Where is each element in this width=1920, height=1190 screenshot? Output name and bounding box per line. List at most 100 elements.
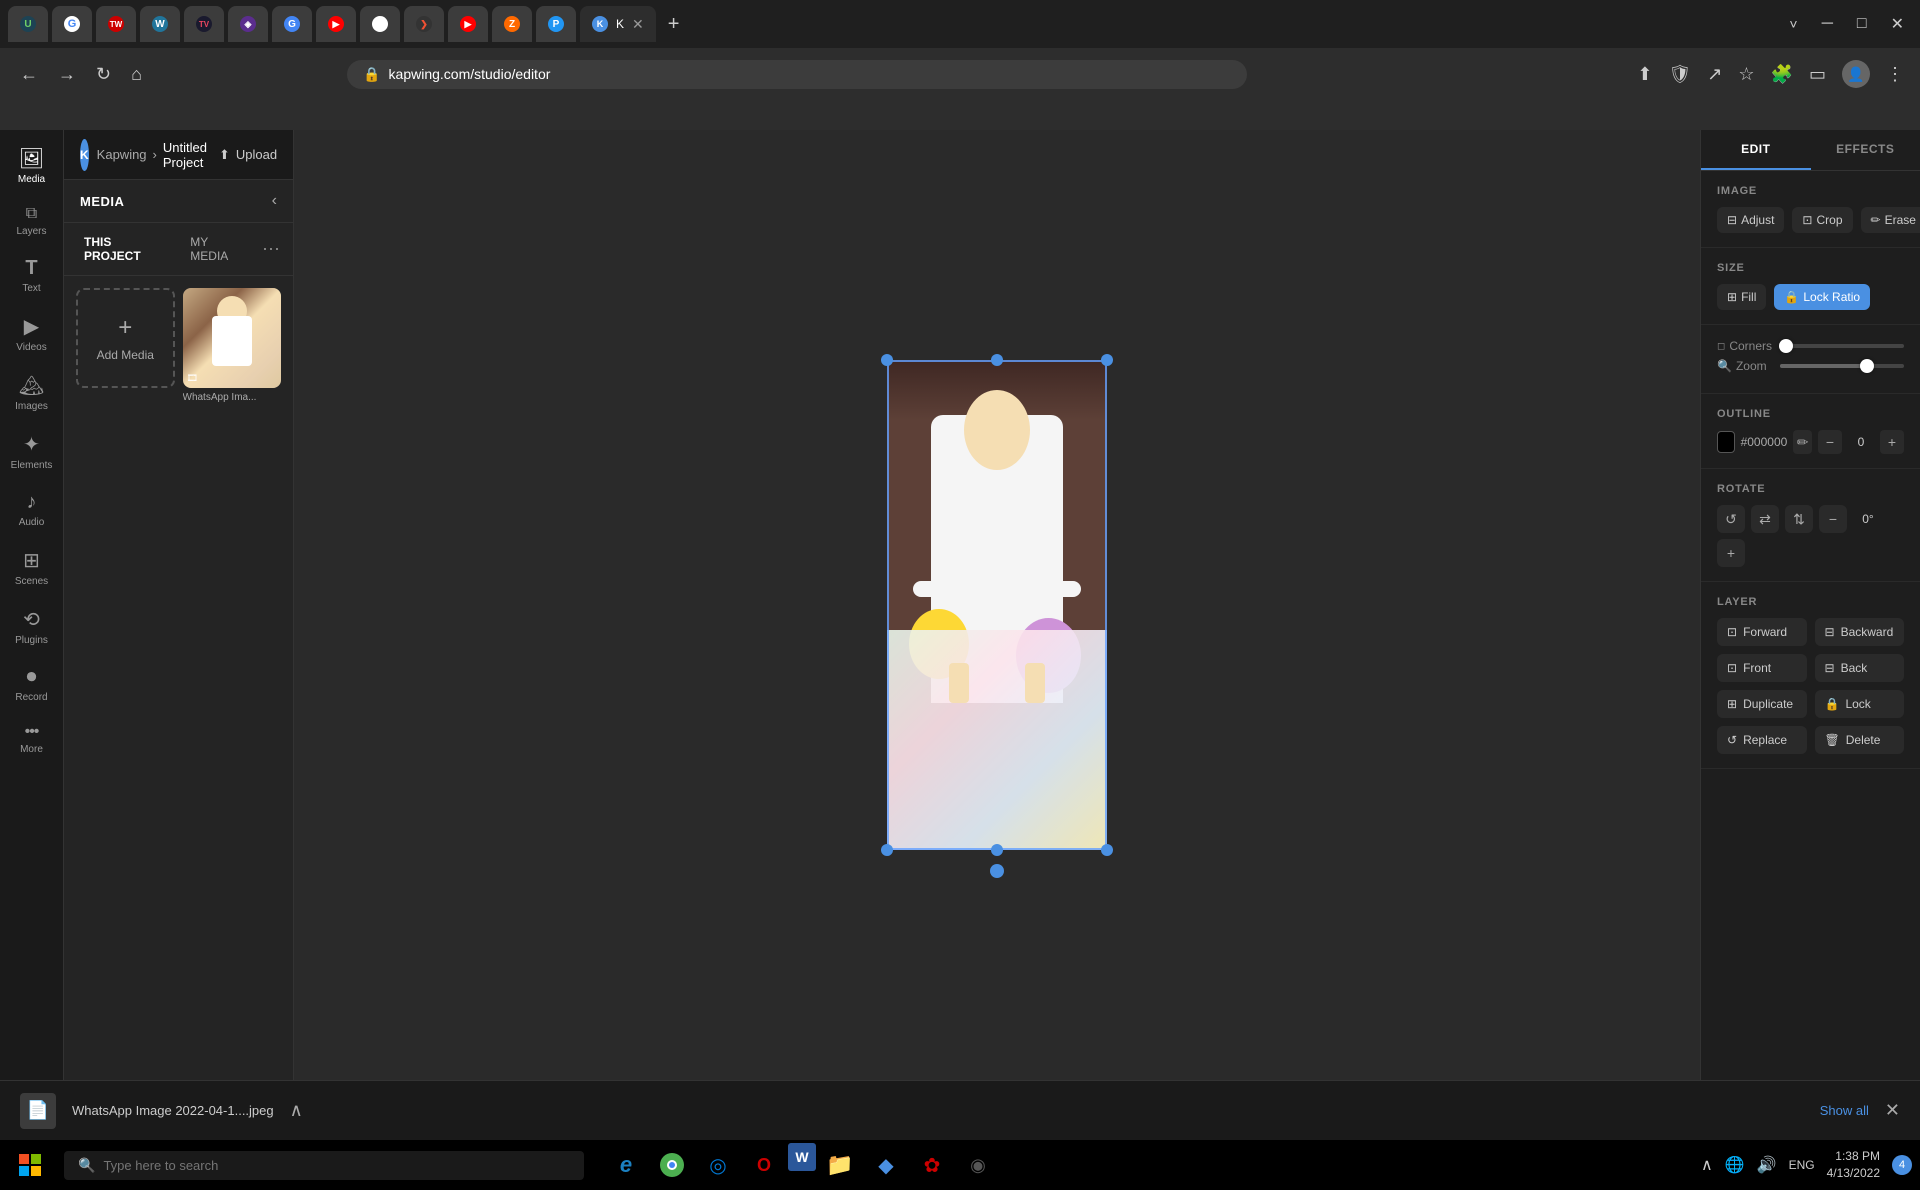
collapse-panel-button[interactable]: ‹ [272, 192, 277, 210]
home-button[interactable]: ⌂ [127, 60, 146, 89]
tab-yt2[interactable]: ▶ [448, 6, 488, 42]
rotate-decrease-button[interactable]: − [1819, 505, 1847, 533]
rotate-ccw-button[interactable]: ↺ [1717, 505, 1745, 533]
outline-decrease-button[interactable]: − [1818, 430, 1842, 454]
sidebar-item-layers[interactable]: ⧉ Layers [4, 197, 60, 245]
taskbar-app-word[interactable]: W [788, 1143, 816, 1171]
crop-button[interactable]: ⊡ Crop [1792, 207, 1852, 233]
outline-increase-button[interactable]: + [1880, 430, 1904, 454]
adjust-button[interactable]: ⊟ Adjust [1717, 207, 1784, 233]
tab-google1[interactable]: G [52, 6, 92, 42]
handle-bottom-left[interactable] [881, 844, 893, 856]
close-button[interactable]: ✕ [1883, 10, 1912, 38]
tab-tw[interactable]: TW [96, 6, 136, 42]
taskbar-time[interactable]: 1:38 PM 4/13/2022 [1827, 1148, 1880, 1182]
download-icon[interactable]: ⬆ [1637, 64, 1652, 85]
taskbar-app-chrome[interactable] [650, 1143, 694, 1187]
handle-bottom-right[interactable] [1101, 844, 1113, 856]
tab-p[interactable]: P [536, 6, 576, 42]
lock-button[interactable]: 🔒 Lock [1815, 690, 1905, 718]
upload-button[interactable]: ⬆ Upload [207, 141, 289, 169]
menu-icon[interactable]: ⋮ [1886, 64, 1904, 85]
share-icon[interactable]: ↗ [1707, 64, 1722, 85]
handle-rotate[interactable] [990, 864, 1004, 878]
profile-avatar[interactable]: 👤 [1842, 60, 1870, 88]
reload-button[interactable]: ↻ [92, 60, 115, 89]
delete-button[interactable]: 🗑 Delete [1815, 726, 1905, 754]
taskbar-app-explorer[interactable]: 📁 [818, 1143, 862, 1187]
close-bottom-button[interactable]: ✕ [1885, 1100, 1900, 1121]
backward-button[interactable]: ⊟ Backward [1815, 618, 1905, 646]
replace-button[interactable]: ↺ Replace [1717, 726, 1807, 754]
search-bar[interactable]: 🔍 [64, 1151, 584, 1180]
media-item-whatsapp[interactable]: 🎞 WhatsApp Ima... [183, 288, 282, 403]
address-bar[interactable]: 🔒 kapwing.com/studio/editor [347, 60, 1247, 89]
sidebar-item-text[interactable]: T Text [4, 249, 60, 302]
sidebar-item-more[interactable]: ••• More [4, 715, 60, 763]
media-more-button[interactable]: ⋯ [262, 231, 281, 267]
lock-ratio-button[interactable]: 🔒 Lock Ratio [1774, 284, 1870, 310]
tab-g2[interactable]: G [272, 6, 312, 42]
collapse-bottom-button[interactable]: ∧ [290, 1100, 303, 1121]
tab-kapwing[interactable]: K K ✕ [580, 6, 656, 42]
sidebar-item-elements[interactable]: ✦ Elements [4, 424, 60, 479]
tab-gc[interactable] [360, 6, 400, 42]
tab-wp[interactable]: W [140, 6, 180, 42]
show-all-button[interactable]: Show all [1820, 1103, 1869, 1118]
notification-badge[interactable]: 4 [1892, 1155, 1912, 1175]
flip-h-button[interactable]: ⇄ [1751, 505, 1779, 533]
handle-bottom-center[interactable] [991, 844, 1003, 856]
fill-button[interactable]: ⊞ Fill [1717, 284, 1766, 310]
tab-git[interactable]: ❯ [404, 6, 444, 42]
outline-color-swatch[interactable] [1717, 431, 1735, 453]
sidebar-item-audio[interactable]: ♪ Audio [4, 483, 60, 536]
battery-icon[interactable]: ENG [1789, 1158, 1815, 1172]
handle-top-left[interactable] [881, 354, 893, 366]
shield-icon[interactable]: 🛡 [1668, 64, 1691, 85]
tab-my-media[interactable]: MY MEDIA [182, 231, 254, 267]
forward-button[interactable]: → [54, 60, 80, 89]
taskbar-app-unknown3[interactable]: ◉ [956, 1143, 1000, 1187]
tab-close-kapwing[interactable]: ✕ [632, 16, 644, 33]
network-icon[interactable]: 🌐 [1725, 1155, 1745, 1175]
start-button[interactable] [8, 1143, 52, 1187]
media-thumbnail-whatsapp[interactable]: 🎞 [183, 288, 282, 388]
back-button[interactable]: ⊟ Back [1815, 654, 1905, 682]
sidebar-item-plugins[interactable]: ⟲ Plugins [4, 599, 60, 654]
taskbar-app-ie[interactable]: e [604, 1143, 648, 1187]
handle-top-center[interactable] [991, 354, 1003, 366]
tab-upwork[interactable]: U [8, 6, 48, 42]
duplicate-button[interactable]: ⊞ Duplicate [1717, 690, 1807, 718]
taskbar-app-edge[interactable]: ◎ [696, 1143, 740, 1187]
volume-icon[interactable]: 🔊 [1757, 1155, 1777, 1175]
zoom-slider-thumb[interactable] [1860, 359, 1874, 373]
zoom-slider[interactable] [1780, 364, 1904, 368]
tab-arc[interactable]: ◈ [228, 6, 268, 42]
add-media-button[interactable]: + Add Media [76, 288, 175, 388]
sidebar-item-scenes[interactable]: ⊞ Scenes [4, 540, 60, 595]
search-input[interactable] [103, 1158, 570, 1173]
handle-top-right[interactable] [1101, 354, 1113, 366]
corners-slider[interactable] [1780, 344, 1904, 348]
tab-this-project[interactable]: THIS PROJECT [76, 231, 174, 267]
minimize-button[interactable]: ─ [1814, 11, 1841, 37]
extensions-icon[interactable]: 🧩 [1771, 64, 1793, 85]
sidebar-icon[interactable]: ▭ [1809, 64, 1826, 85]
new-tab-button[interactable]: + [660, 9, 688, 40]
canvas-container[interactable] [887, 360, 1107, 850]
color-picker-button[interactable]: ✏ [1793, 430, 1812, 454]
taskbar-app-opera[interactable]: O [742, 1143, 786, 1187]
front-button[interactable]: ⊡ Front [1717, 654, 1807, 682]
sidebar-item-videos[interactable]: ▶ Videos [4, 306, 60, 361]
tab-edit[interactable]: EDIT [1701, 130, 1811, 170]
tab-yt[interactable]: ▶ [316, 6, 356, 42]
tab-effects[interactable]: EFFECTS [1811, 130, 1920, 170]
taskbar-app-unknown1[interactable]: ◆ [864, 1143, 908, 1187]
erase-button[interactable]: ✏ Erase [1861, 207, 1920, 233]
minimize-chevron-icon[interactable]: ˅ [1781, 12, 1805, 36]
sidebar-item-record[interactable]: ⏺ Record [4, 658, 60, 711]
back-button[interactable]: ← [16, 60, 42, 89]
canvas-area[interactable] [294, 130, 1700, 1080]
rotate-increase-button[interactable]: + [1717, 539, 1745, 567]
forward-button[interactable]: ⊡ Forward [1717, 618, 1807, 646]
